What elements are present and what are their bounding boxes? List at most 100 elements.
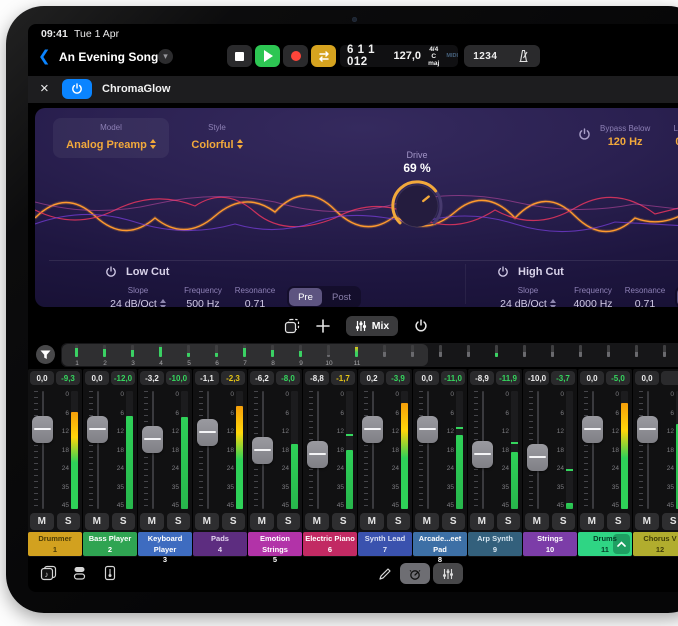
fader-handle[interactable]	[252, 437, 273, 464]
mute-button[interactable]: M	[250, 513, 274, 530]
peak-level-value[interactable]: -5,0	[606, 371, 630, 385]
song-title[interactable]: An Evening Song	[59, 50, 158, 64]
bypass-below-control[interactable]: Bypass Below 120 Hz	[578, 124, 650, 148]
stepper-chevrons-icon[interactable]	[237, 139, 243, 149]
mute-button[interactable]: M	[580, 513, 604, 530]
filter-button[interactable]	[36, 345, 55, 364]
stepper-chevrons-icon[interactable]	[150, 139, 156, 149]
track-name-bar[interactable]: Synth Lead7	[358, 532, 412, 556]
power-icon[interactable]	[578, 128, 591, 141]
track-name-bar[interactable]: Pads4	[193, 532, 247, 556]
peak-level-value[interactable]: -10,0	[166, 371, 190, 385]
controls-view-button[interactable]	[400, 563, 430, 584]
solo-button[interactable]: S	[607, 513, 631, 530]
volume-value[interactable]: 0,0	[635, 371, 659, 385]
fader-handle[interactable]	[142, 426, 163, 453]
play-button[interactable]	[255, 45, 280, 67]
mix-button[interactable]: Mix	[346, 316, 399, 336]
mute-button[interactable]: M	[525, 513, 549, 530]
metronome-icon[interactable]	[516, 49, 531, 63]
low-cut-frequency[interactable]: Frequency 500 Hz	[177, 286, 229, 307]
tempo-value[interactable]: 127,0	[394, 50, 422, 62]
solo-button[interactable]: S	[57, 513, 81, 530]
solo-button[interactable]: S	[387, 513, 411, 530]
track-name-bar[interactable]: Chorus V12	[633, 532, 678, 556]
low-cut-resonance[interactable]: Resonance 0.71	[231, 286, 279, 307]
plugin-power-button[interactable]	[62, 79, 92, 99]
track-name-bar[interactable]: Electric Piano6	[303, 532, 357, 556]
model-selector[interactable]: Model Analog Preamp	[53, 118, 169, 158]
count-in-button[interactable]: 1234	[473, 51, 497, 62]
cycle-button[interactable]	[311, 45, 336, 67]
mute-button[interactable]: M	[30, 513, 54, 530]
plugins-button[interactable]	[72, 565, 87, 581]
track-name-bar[interactable]: Drums11	[578, 532, 632, 556]
track-name-bar[interactable]: Drummer1	[28, 532, 82, 556]
mute-button[interactable]: M	[635, 513, 659, 530]
collapse-stack-button[interactable]	[613, 534, 630, 554]
peak-level-value[interactable]: -9,3	[56, 371, 80, 385]
mute-button[interactable]: M	[415, 513, 439, 530]
mixer-view-button[interactable]	[433, 563, 463, 584]
volume-value[interactable]: -1,1	[195, 371, 219, 385]
fader-handle[interactable]	[417, 416, 438, 443]
solo-button[interactable]: S	[332, 513, 356, 530]
mute-button[interactable]: M	[140, 513, 164, 530]
peak-level-value[interactable]: -1,7	[331, 371, 355, 385]
track-name-bar[interactable]: Arcade...eet Pad8	[413, 532, 467, 556]
solo-button[interactable]: S	[662, 513, 678, 530]
fader-handle[interactable]	[32, 416, 53, 443]
volume-value[interactable]: -6,2	[250, 371, 274, 385]
volume-value[interactable]: -10,0	[525, 371, 549, 385]
peak-level-value[interactable]: -12,0	[111, 371, 135, 385]
stop-button[interactable]	[227, 45, 252, 67]
level-control[interactable]: Level 0.0	[657, 124, 678, 148]
style-selector[interactable]: Style Colorful	[177, 118, 257, 158]
fader-handle[interactable]	[527, 444, 548, 471]
peak-level-value[interactable]: -11,9	[496, 371, 520, 385]
solo-button[interactable]: S	[167, 513, 191, 530]
back-chevron-icon[interactable]: ❮	[38, 47, 51, 65]
time-signature-key[interactable]: 4/4 C maj	[427, 46, 440, 67]
volume-value[interactable]: -3,2	[140, 371, 164, 385]
peak-level-value[interactable]: -8,0	[276, 371, 300, 385]
volume-value[interactable]: 0,0	[415, 371, 439, 385]
mute-button[interactable]: M	[85, 513, 109, 530]
stepper-chevrons-icon[interactable]	[160, 299, 166, 307]
peak-level-value[interactable]: -11,0	[441, 371, 465, 385]
channel-strip-inspector-button[interactable]	[104, 565, 116, 581]
song-title-menu-chevron-icon[interactable]: ▾	[158, 49, 173, 64]
fader-handle[interactable]	[582, 416, 603, 443]
solo-button[interactable]: S	[222, 513, 246, 530]
track-name-bar[interactable]: Arp Synth9	[468, 532, 522, 556]
close-plugin-icon[interactable]: ×	[40, 80, 49, 97]
add-plugin-button[interactable]	[316, 319, 330, 333]
fader-handle[interactable]	[307, 441, 328, 468]
track-name-bar[interactable]: Keyboard Player3	[138, 532, 192, 556]
bypass-below-value[interactable]: 120 Hz	[600, 136, 650, 148]
track-name-bar[interactable]: Emotion Strings5	[248, 532, 302, 556]
peak-level-value[interactable]: -3,9	[386, 371, 410, 385]
mute-button[interactable]: M	[195, 513, 219, 530]
solo-button[interactable]: S	[112, 513, 136, 530]
low-cut-pre-button[interactable]: Pre	[289, 288, 322, 306]
track-name-bar[interactable]: Strings10	[523, 532, 577, 556]
mute-button[interactable]: M	[360, 513, 384, 530]
peak-level-value[interactable]: -3,7	[551, 371, 575, 385]
peak-level-value[interactable]: -2,3	[221, 371, 245, 385]
mixer-power-button[interactable]	[414, 319, 428, 333]
volume-value[interactable]: 0,0	[85, 371, 109, 385]
solo-button[interactable]: S	[442, 513, 466, 530]
solo-button[interactable]: S	[277, 513, 301, 530]
duplicate-button[interactable]	[284, 318, 300, 334]
record-button[interactable]	[283, 45, 308, 67]
fader-handle[interactable]	[472, 441, 493, 468]
volume-value[interactable]: -8,9	[470, 371, 494, 385]
high-cut-resonance[interactable]: Resonance 0.71	[621, 286, 669, 307]
fader-handle[interactable]	[637, 416, 658, 443]
solo-button[interactable]: S	[497, 513, 521, 530]
volume-value[interactable]: 0,0	[30, 371, 54, 385]
fader-handle[interactable]	[197, 419, 218, 446]
volume-value[interactable]: 0,0	[580, 371, 604, 385]
edit-pencil-icon[interactable]	[378, 567, 392, 581]
